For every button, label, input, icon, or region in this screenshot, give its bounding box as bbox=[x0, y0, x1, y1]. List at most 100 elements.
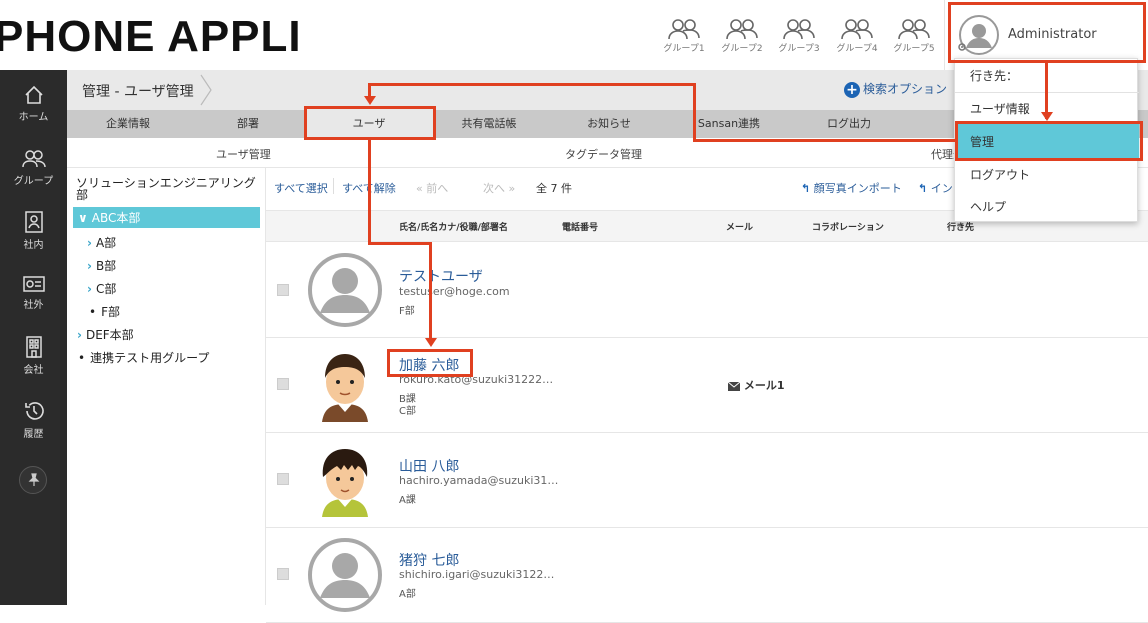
user-dept: A課 bbox=[399, 495, 416, 506]
tree-item-label: ABC本部 bbox=[91, 211, 141, 225]
col-phone[interactable]: 電話番号 bbox=[562, 220, 598, 233]
group-icon bbox=[783, 19, 815, 40]
reply-arrow-icon: ↰ bbox=[801, 182, 811, 195]
group-3-button[interactable]: グループ3 bbox=[773, 18, 825, 54]
avatar bbox=[308, 253, 382, 327]
user-email: hachiro.yamada@suzuki31… bbox=[399, 474, 559, 487]
annotation-box-manage bbox=[955, 121, 1143, 161]
sidebar-item-label: 社内 bbox=[23, 240, 44, 251]
bullet-icon: • bbox=[89, 305, 97, 319]
user-email: shichiro.igari@suzuki3122… bbox=[399, 568, 555, 581]
pin-button[interactable] bbox=[19, 466, 47, 494]
home-icon bbox=[24, 85, 43, 104]
tree-item-c[interactable]: › C部 bbox=[87, 280, 116, 297]
next-page-button[interactable]: 次へ » bbox=[483, 180, 515, 196]
mail-icon bbox=[727, 381, 741, 391]
tree-item-a[interactable]: › A部 bbox=[87, 234, 116, 251]
tree-item-label: A部 bbox=[95, 236, 117, 250]
menu-item-help[interactable]: ヘルプ bbox=[955, 198, 1139, 215]
user-email: testuser@hoge.com bbox=[399, 285, 510, 298]
tab-departments[interactable]: 部署 bbox=[215, 110, 281, 138]
tree-item-b[interactable]: › B部 bbox=[87, 257, 116, 274]
contact-card-icon bbox=[24, 211, 43, 233]
import-button[interactable]: ↰ イン bbox=[918, 180, 953, 196]
next-label: 次へ bbox=[483, 182, 505, 195]
tree-item-abc[interactable]: ∨ ABC本部 bbox=[73, 207, 260, 228]
row-checkbox[interactable] bbox=[277, 568, 289, 580]
business-card-icon bbox=[22, 276, 45, 292]
tree-item-label: 連携テスト用グループ bbox=[90, 351, 210, 365]
sidebar-item-group[interactable]: グループ bbox=[0, 149, 67, 187]
tab-shared-phonebook[interactable]: 共有電話帳 bbox=[447, 110, 531, 138]
annotation-arrow-line bbox=[693, 139, 955, 142]
building-icon bbox=[25, 336, 42, 358]
group-4-button[interactable]: グループ4 bbox=[831, 18, 883, 54]
mail-link[interactable]: メール1 bbox=[727, 377, 785, 393]
annotation-arrowhead bbox=[1041, 112, 1053, 121]
avatar bbox=[322, 354, 368, 422]
user-dept: C部 bbox=[399, 406, 416, 417]
tab-notices[interactable]: お知らせ bbox=[572, 110, 646, 138]
search-options-button[interactable]: + 検索オプション bbox=[844, 80, 947, 98]
subtab-user-management[interactable]: ユーザ管理 bbox=[216, 146, 271, 162]
row-checkbox[interactable] bbox=[277, 284, 289, 296]
annotation-arrow-line bbox=[693, 83, 696, 142]
group-icon bbox=[726, 19, 758, 40]
sidebar-item-internal[interactable]: 社内 bbox=[0, 211, 67, 251]
plus-icon: + bbox=[844, 81, 860, 98]
annotation-arrow-line bbox=[368, 140, 371, 244]
sidebar-item-label: 社外 bbox=[23, 300, 44, 311]
search-options-label: 検索オプション bbox=[863, 82, 948, 96]
photo-import-button[interactable]: ↰ 顔写真インポート bbox=[801, 180, 902, 196]
sidebar-item-label: グループ bbox=[13, 176, 54, 187]
tree-item-f[interactable]: • F部 bbox=[89, 303, 120, 320]
group-icon bbox=[841, 19, 873, 40]
user-name-link[interactable]: 猪狩 七郎 bbox=[399, 550, 459, 570]
chevron-right-icon: › bbox=[77, 328, 82, 342]
chevron-right-icon: › bbox=[87, 259, 92, 273]
chevron-right-icon: › bbox=[87, 236, 92, 250]
sidebar-item-company[interactable]: 会社 bbox=[0, 336, 67, 376]
group-label: グループ3 bbox=[778, 44, 820, 54]
prev-label: 前へ bbox=[426, 182, 449, 195]
tree-item-linked[interactable]: • 連携テスト用グループ bbox=[78, 349, 209, 366]
col-mail[interactable]: メール bbox=[726, 220, 753, 233]
tree-root[interactable]: ソリューションエンジニアリング部 bbox=[76, 177, 261, 201]
group-2-button[interactable]: グループ2 bbox=[716, 18, 768, 54]
row-checkbox[interactable] bbox=[277, 473, 289, 485]
chevron-right-icon: › bbox=[87, 282, 92, 296]
group-5-button[interactable]: グループ5 bbox=[888, 18, 940, 54]
col-name[interactable]: 氏名/氏名カナ/役職/部署名 bbox=[399, 220, 508, 233]
tab-sansan[interactable]: Sansan連携 bbox=[687, 110, 771, 138]
table-row[interactable]: テストユーザ testuser@hoge.com F部 bbox=[266, 243, 1148, 338]
subtab-tag-data[interactable]: タグデータ管理 bbox=[565, 146, 642, 162]
group-label: グループ2 bbox=[721, 44, 763, 54]
user-name-link[interactable]: 山田 八郎 bbox=[399, 456, 459, 476]
avatar bbox=[322, 449, 368, 517]
breadcrumb[interactable]: 管理 - ユーザ管理 bbox=[82, 81, 194, 101]
row-checkbox[interactable] bbox=[277, 378, 289, 390]
select-all-button[interactable]: すべて選択 bbox=[274, 180, 328, 196]
app-logo[interactable]: PHONE APPLI bbox=[0, 12, 302, 62]
annotation-arrow-line bbox=[368, 242, 432, 245]
group-1-button[interactable]: グループ1 bbox=[658, 18, 710, 54]
group-label: グループ1 bbox=[663, 44, 705, 54]
photo-import-label: 顔写真インポート bbox=[813, 182, 902, 195]
prev-page-button[interactable]: « 前へ bbox=[416, 180, 448, 196]
sidebar-item-history[interactable]: 履歴 bbox=[0, 400, 67, 440]
sidebar-item-external[interactable]: 社外 bbox=[0, 275, 67, 311]
menu-item-logout[interactable]: ログアウト bbox=[955, 166, 1139, 183]
tree-item-label: F部 bbox=[101, 305, 120, 319]
table-row[interactable]: 山田 八郎 hachiro.yamada@suzuki31… A課 bbox=[266, 433, 1148, 528]
sidebar-item-home[interactable]: ホーム bbox=[0, 85, 67, 123]
reply-arrow-icon: ↰ bbox=[918, 182, 928, 195]
import-label: イン bbox=[930, 182, 953, 195]
tab-log-export[interactable]: ログ出力 bbox=[812, 110, 886, 138]
col-collaboration[interactable]: コラボレーション bbox=[812, 220, 884, 233]
table-row[interactable]: 猪狩 七郎 shichiro.igari@suzuki3122… A部 bbox=[266, 528, 1148, 623]
sidebar: ホーム グループ 社内 社外 会社 履歴 bbox=[0, 70, 67, 605]
annotation-arrow-line bbox=[368, 83, 696, 86]
tree-item-def[interactable]: › DEF本部 bbox=[77, 326, 134, 343]
tab-company-info[interactable]: 企業情報 bbox=[87, 110, 169, 138]
user-name-link[interactable]: テストユーザ bbox=[399, 266, 483, 286]
